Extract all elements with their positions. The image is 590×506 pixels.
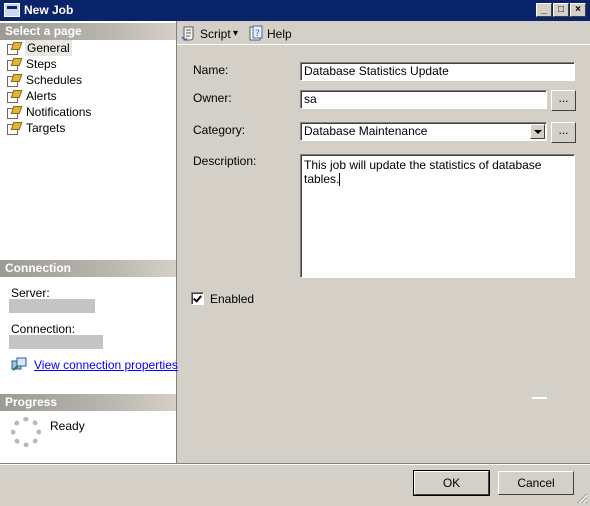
footer-divider-highlight <box>0 464 590 465</box>
help-button[interactable]: Help <box>267 26 292 42</box>
page-label: Notifications <box>26 105 92 119</box>
progress-status: Ready <box>50 419 85 433</box>
ok-button[interactable]: OK <box>414 471 489 495</box>
enabled-label: Enabled <box>210 292 255 306</box>
text-caret <box>339 173 341 187</box>
title-bar[interactable]: New Job _ □ × <box>0 0 590 21</box>
select-page-header: Select a page <box>0 23 176 40</box>
script-button[interactable]: Script <box>200 26 231 42</box>
server-label: Server: <box>11 286 50 300</box>
maximize-button[interactable]: □ <box>553 3 569 17</box>
minimize-button[interactable]: _ <box>536 3 552 17</box>
svg-text:?: ? <box>255 29 260 39</box>
connection-properties-icon <box>11 357 27 371</box>
page-icon <box>6 58 20 71</box>
page-icon <box>6 42 20 55</box>
category-browse-button[interactable]: ... <box>551 122 576 143</box>
category-selected-value: Database Maintenance <box>304 124 428 138</box>
description-label: Description: <box>193 154 257 168</box>
page-icon <box>6 74 20 87</box>
page-label: Schedules <box>26 73 83 87</box>
window-title: New Job <box>24 3 74 17</box>
script-icon <box>181 26 194 41</box>
category-select[interactable]: Database Maintenance <box>300 122 547 141</box>
connection-header: Connection <box>0 260 176 277</box>
page-label: Alerts <box>26 89 57 103</box>
resize-grip-icon[interactable] <box>576 492 588 504</box>
connection-label: Connection: <box>11 322 76 336</box>
server-value-redacted <box>9 299 95 313</box>
close-button[interactable]: × <box>570 3 586 17</box>
script-dropdown-arrow-icon[interactable]: ▾ <box>233 26 238 42</box>
job-window-icon <box>4 3 20 17</box>
help-icon: ? <box>249 25 263 41</box>
page-icon <box>6 90 20 103</box>
enabled-checkbox[interactable] <box>191 292 204 305</box>
page-label: Steps <box>26 57 57 71</box>
toolbar-divider <box>177 44 590 45</box>
name-label: Name: <box>193 63 229 77</box>
page-icon <box>6 122 20 135</box>
owner-browse-button[interactable]: ... <box>551 90 576 111</box>
page-icon <box>6 106 20 119</box>
chevron-down-icon[interactable] <box>530 124 545 139</box>
category-label: Category: <box>193 123 246 137</box>
decorative-dash <box>532 397 547 399</box>
name-field[interactable]: Database Statistics Update <box>300 62 575 81</box>
description-field[interactable]: This job will update the statistics of d… <box>300 154 575 278</box>
view-connection-properties-link[interactable]: View connection properties <box>34 358 178 372</box>
progress-spinner-icon <box>11 417 41 447</box>
page-label: General <box>25 40 72 56</box>
owner-label: Owner: <box>193 91 232 105</box>
progress-header: Progress <box>0 394 176 411</box>
cancel-button[interactable]: Cancel <box>498 471 574 495</box>
connection-value-redacted <box>9 335 103 349</box>
owner-field[interactable]: sa <box>300 90 547 109</box>
page-label: Targets <box>26 121 66 135</box>
